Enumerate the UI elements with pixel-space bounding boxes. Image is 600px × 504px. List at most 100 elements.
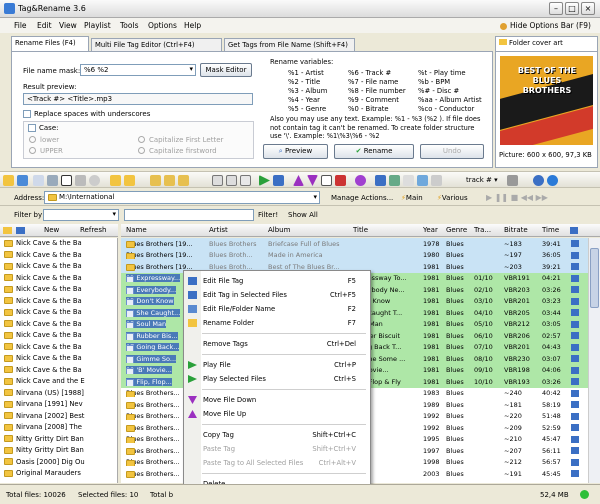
tab-rename-files[interactable]: Rename Files (F4) <box>11 36 89 52</box>
context-item-copy-tag[interactable]: Copy Tag Shift+Ctrl+C <box>184 428 370 442</box>
col-bitrate[interactable]: Bitrate <box>504 226 528 234</box>
tree-item[interactable]: Nick Cave & the Ba <box>0 343 107 355</box>
tree-item[interactable]: Nirvana [2002] Best <box>0 412 107 424</box>
context-item-move-file-up[interactable]: Move File Up <box>184 407 370 421</box>
cd-icon[interactable] <box>89 175 100 186</box>
edit-row-icon[interactable] <box>571 447 579 454</box>
context-item-rename-folder[interactable]: Rename Folder F7 <box>184 316 370 330</box>
menu-file[interactable]: File <box>14 21 27 30</box>
col-year[interactable]: Year <box>423 226 438 234</box>
action-various-button[interactable]: ⚡Various <box>437 194 468 202</box>
context-item-edit-tag-in-selected-files[interactable]: Edit Tag in Selected Files Ctrl+F5 <box>184 288 370 302</box>
edit-row-icon[interactable] <box>571 332 579 339</box>
checklist-icon[interactable] <box>403 175 414 186</box>
tag3-icon[interactable] <box>178 175 189 186</box>
export-icon[interactable] <box>417 175 428 186</box>
tree-item[interactable]: Nick Cave & the Ba <box>0 354 107 366</box>
show-all-button[interactable]: Show All <box>288 211 318 219</box>
triangle-down-icon[interactable] <box>307 175 318 186</box>
context-item-paste-tag[interactable]: Paste Tag Shift+Ctrl+V <box>184 442 370 456</box>
tree-new-button[interactable]: New <box>44 226 59 234</box>
hide-options-bar[interactable]: Hide Options Bar (F9) <box>510 21 591 30</box>
triangle-up-icon[interactable] <box>293 175 304 186</box>
action-main-button[interactable]: ⚡Main <box>401 194 423 202</box>
menu-help[interactable]: Help <box>184 21 201 30</box>
edit-row-icon[interactable] <box>571 343 579 351</box>
context-item-paste-tag-to-all-selected-files[interactable]: Paste Tag to All Selected Files Ctrl+Alt+… <box>184 456 370 470</box>
folder-up-icon[interactable] <box>16 227 25 234</box>
abc-icon[interactable] <box>335 175 346 186</box>
tree-item[interactable]: Nick Cave & the Ba <box>0 331 107 343</box>
sort-track-dropdown[interactable]: track # ▾ <box>466 176 498 184</box>
filter-field-select[interactable]: ▾ <box>43 209 119 221</box>
tree-item[interactable]: Nick Cave & the Ba <box>0 308 107 320</box>
col-track[interactable]: Tra... <box>474 226 491 234</box>
folder-up-icon[interactable] <box>110 175 121 186</box>
tag2-icon[interactable] <box>164 175 175 186</box>
tree-item[interactable]: Original Marauders <box>0 469 107 481</box>
edit-row-icon[interactable] <box>571 263 579 270</box>
table-row[interactable]: Blues Brothers [19... Blues Brothers Brief… <box>121 238 588 250</box>
case-checkbox[interactable] <box>28 124 36 132</box>
globe-icon[interactable] <box>375 175 386 186</box>
tree-item[interactable]: Nirvana [1991] Nev <box>0 400 107 412</box>
edit-row-icon[interactable] <box>571 470 579 477</box>
close-button[interactable]: × <box>581 2 595 15</box>
edit-row-icon[interactable] <box>571 424 579 431</box>
context-item-play-selected-files[interactable]: Play Selected Files Ctrl+S <box>184 372 370 386</box>
view-icon[interactable] <box>47 175 58 186</box>
menu-edit[interactable]: Edit <box>37 21 52 30</box>
menu-playlist[interactable]: Playlist <box>84 21 111 30</box>
font-icon[interactable] <box>321 175 332 186</box>
edit-row-icon[interactable] <box>571 286 579 293</box>
tree-item[interactable]: Nick Cave & the Ba <box>0 320 107 332</box>
col-genre[interactable]: Genre <box>446 226 467 234</box>
tree-item[interactable]: Nitty Gritty Dirt Ban <box>0 446 107 458</box>
table-row[interactable]: Blues Brothers [19... Blues Broth... Made … <box>121 249 588 261</box>
edit-row-icon[interactable] <box>571 320 579 328</box>
tree-item[interactable]: Nitty Gritty Dirt Ban <box>0 435 107 447</box>
open-folder-icon[interactable] <box>3 175 14 186</box>
tree-item[interactable]: Oasis [2000] Dig Ou <box>0 458 107 470</box>
menu-view[interactable]: View <box>59 21 77 30</box>
chevron-down-icon[interactable]: ▾ <box>189 65 193 73</box>
context-item-remove-tags[interactable]: Remove Tags Ctrl+Del <box>184 337 370 351</box>
col-album[interactable]: Album <box>268 226 290 234</box>
col-options-icon[interactable] <box>570 227 578 234</box>
tab-get-tags-from-file-name[interactable]: Get Tags from File Name (Shift+F4) <box>224 38 355 52</box>
tree-item[interactable]: Nick Cave & the Ba <box>0 251 107 263</box>
tree-item[interactable]: Nick Cave and the E <box>0 377 107 389</box>
undo-button[interactable]: Undo <box>420 144 484 159</box>
address-input[interactable]: M:\International ▾ <box>44 191 320 204</box>
tab-multi-file-tag-editor[interactable]: Multi File Tag Editor (Ctrl+F4) <box>91 38 222 52</box>
menu-options[interactable]: Options <box>148 21 177 30</box>
radio-capitalize-first[interactable] <box>138 136 145 143</box>
grid-view-icon[interactable] <box>61 175 72 186</box>
tree-item[interactable]: Nick Cave & the Ba <box>0 274 107 286</box>
tree-refresh-button[interactable]: Refresh <box>80 226 106 234</box>
filter-button[interactable]: Filter! <box>258 211 278 219</box>
tree-item[interactable]: Nirvana (US) [1988] <box>0 389 107 401</box>
edit-row-icon[interactable] <box>571 458 579 466</box>
edit-row-icon[interactable] <box>571 297 579 305</box>
mask-editor-button[interactable]: Mask Editor <box>200 63 252 77</box>
tree-item[interactable]: Nick Cave & the Ba <box>0 262 107 274</box>
mask-input[interactable]: %6 %2 ▾ <box>80 64 196 76</box>
preview-button[interactable]: ⌕ Preview <box>263 144 328 159</box>
paste-icon[interactable] <box>226 175 237 186</box>
play-icon[interactable] <box>259 175 270 186</box>
tab-folder-cover-art[interactable]: Folder cover art <box>495 36 598 52</box>
context-item-edit-file-tag[interactable]: Edit File Tag F5 <box>184 274 370 288</box>
chevron-down-icon[interactable]: ▾ <box>112 210 116 218</box>
minimize-button[interactable]: – <box>549 2 563 15</box>
select-all-icon[interactable] <box>33 175 44 186</box>
radio-upper[interactable] <box>29 147 36 154</box>
thumb-view-icon[interactable] <box>75 175 86 186</box>
edit-row-icon[interactable] <box>571 309 579 316</box>
tag-icon[interactable] <box>150 175 161 186</box>
col-time[interactable]: Time <box>542 226 559 234</box>
replace-underscores-checkbox[interactable] <box>23 110 31 118</box>
scroll-thumb[interactable] <box>590 248 599 308</box>
manage-actions-button[interactable]: Manage Actions... <box>331 194 393 202</box>
playlist-icon[interactable] <box>389 175 400 186</box>
